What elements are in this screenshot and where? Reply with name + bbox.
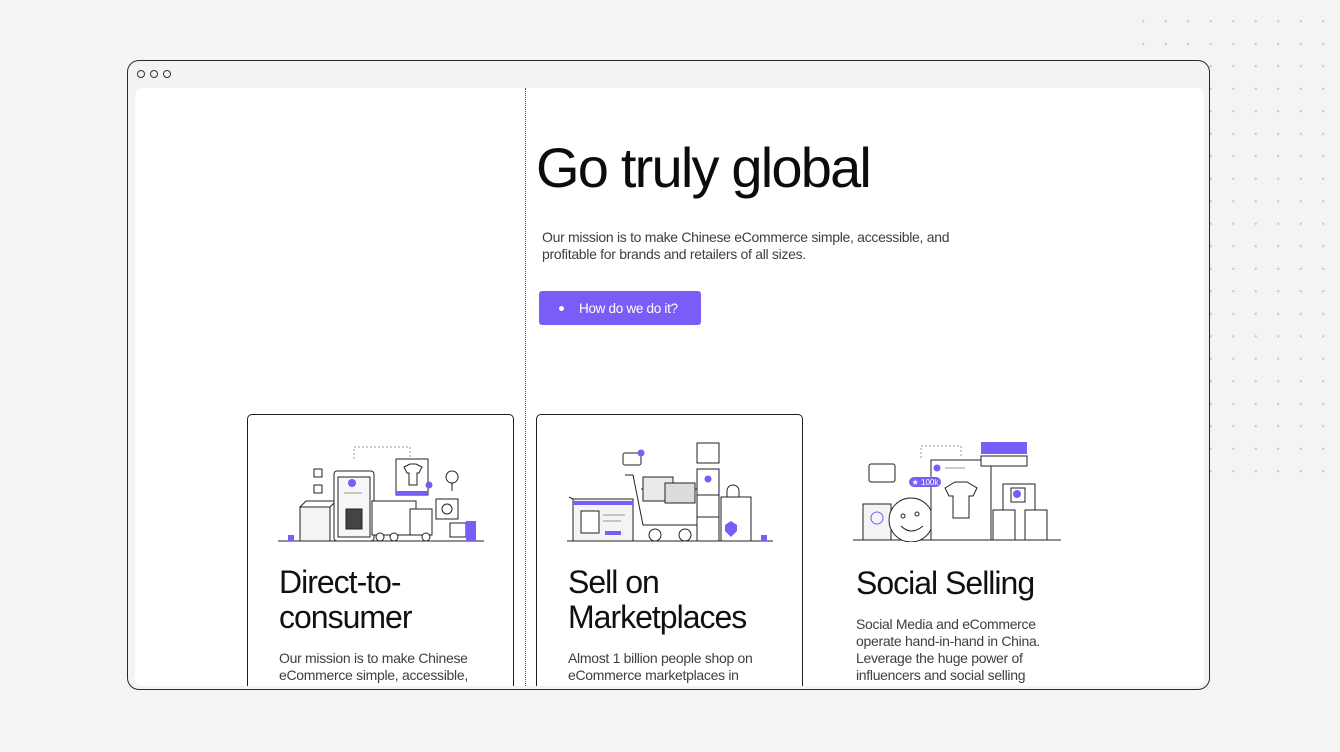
card-social-selling[interactable]: ★ 100k Social Selling Social Media and e… xyxy=(825,414,1092,686)
follower-badge: ★ 100k xyxy=(912,478,940,487)
card-title: Sell on Marketplaces xyxy=(568,564,747,635)
how-do-we-do-it-button[interactable]: How do we do it? xyxy=(539,291,701,325)
card-description: Almost 1 billion people shop on eCommerc… xyxy=(568,650,753,683)
dotted-divider xyxy=(525,88,526,686)
window-dot-icon xyxy=(137,70,145,78)
social-media-illustration: ★ 100k xyxy=(853,442,1061,542)
card-sell-on-marketplaces[interactable]: Sell on Marketplaces Almost 1 billion pe… xyxy=(536,414,803,686)
card-description: Social Media and eCommerce operate hand-… xyxy=(856,616,1041,683)
cta-label: How do we do it? xyxy=(579,300,678,316)
shopping-cart-illustration xyxy=(567,442,773,542)
hero-title: Go truly global xyxy=(536,136,872,199)
card-title: Social Selling xyxy=(856,565,1035,601)
page-viewport[interactable]: Go truly global Our mission is to make C… xyxy=(135,88,1204,686)
card-description: Our mission is to make Chinese eCommerce… xyxy=(279,650,468,683)
window-dot-icon xyxy=(163,70,171,78)
card-title: Direct-to-consumer xyxy=(279,564,413,635)
bullet-icon xyxy=(559,305,564,311)
hero-description: Our mission is to make Chinese eCommerce… xyxy=(542,229,950,262)
card-direct-to-consumer[interactable]: Direct-to-consumer Our mission is to mak… xyxy=(247,414,514,686)
window-dot-icon xyxy=(150,70,158,78)
delivery-illustration xyxy=(278,446,484,542)
window-controls xyxy=(137,70,171,78)
browser-window: Go truly global Our mission is to make C… xyxy=(127,60,1210,690)
